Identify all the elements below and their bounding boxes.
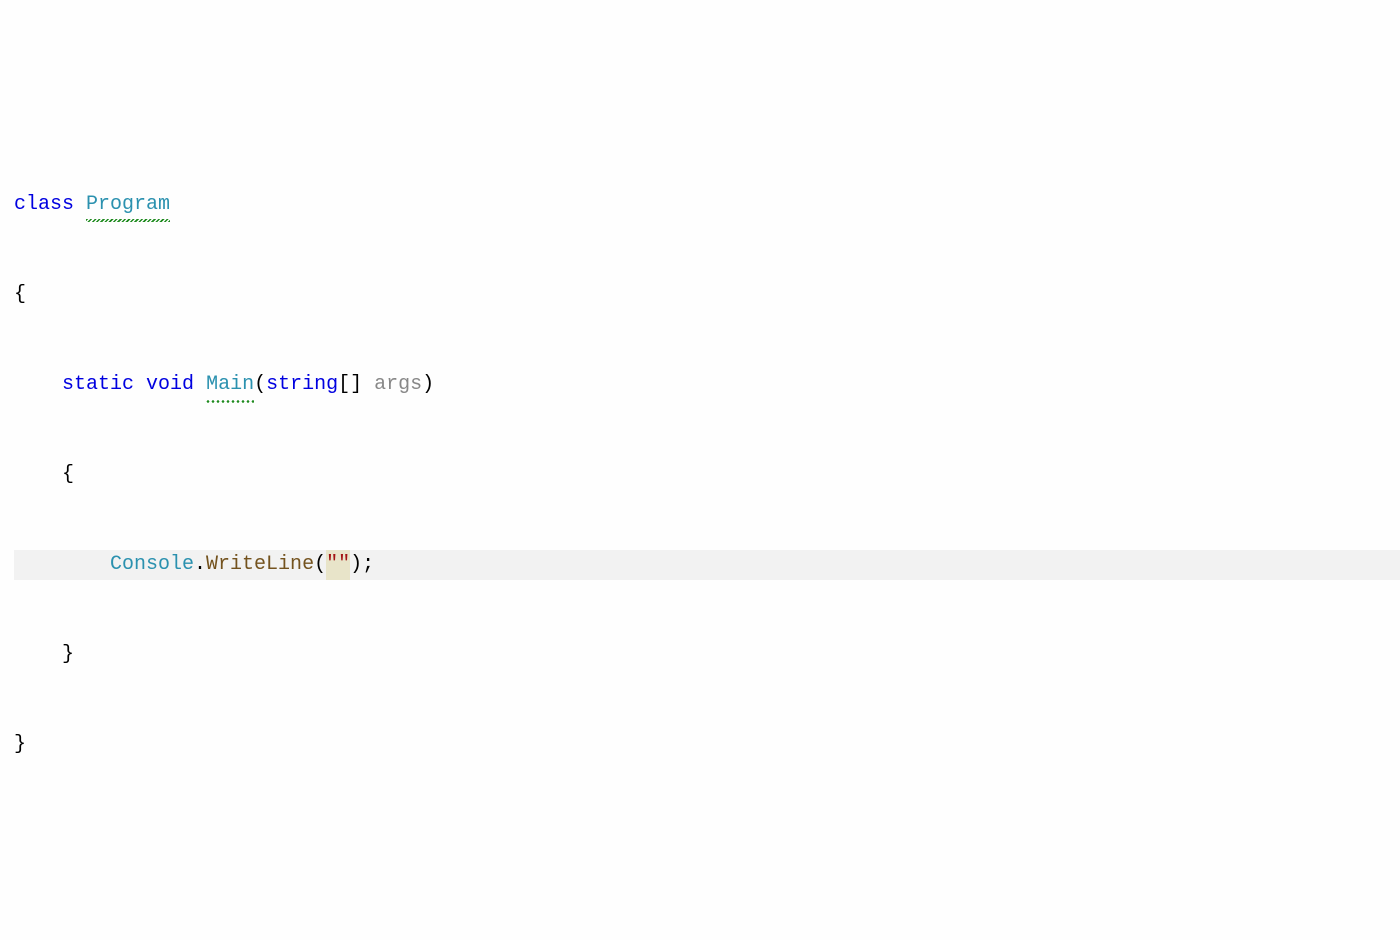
- paren-close-semicolon: );: [350, 553, 374, 576]
- brace-close: }: [62, 643, 74, 666]
- class-console: Console: [110, 553, 194, 576]
- brace-open: {: [14, 283, 26, 306]
- code-line[interactable]: }: [14, 730, 1400, 760]
- code-line-current[interactable]: Console.WriteLine("");: [14, 550, 1400, 580]
- space: [134, 373, 146, 396]
- code-line[interactable]: {: [14, 460, 1400, 490]
- string-quote-open: ": [326, 550, 338, 580]
- class-name-identifier: Program: [86, 190, 170, 220]
- paren-open: (: [314, 553, 326, 576]
- brace-close: }: [14, 733, 26, 756]
- indent: [14, 460, 62, 490]
- array-brackets: []: [338, 373, 362, 396]
- code-line[interactable]: {: [14, 280, 1400, 310]
- code-line[interactable]: static void Main(string[] args): [14, 370, 1400, 400]
- indent: [14, 550, 110, 580]
- keyword-class: class: [14, 193, 74, 216]
- code-editor[interactable]: class Program { static void Main(string[…: [14, 130, 1400, 790]
- space: [362, 373, 374, 396]
- paren-open: (: [254, 373, 266, 396]
- brace-open: {: [62, 463, 74, 486]
- indent: [14, 640, 62, 670]
- dot-operator: .: [194, 553, 206, 576]
- indent: [14, 370, 62, 400]
- param-type-string: string: [266, 373, 338, 396]
- paren-close: ): [422, 373, 434, 396]
- code-line[interactable]: }: [14, 640, 1400, 670]
- string-quote-close: ": [338, 550, 350, 580]
- method-name-main: Main: [206, 370, 254, 400]
- keyword-void: void: [146, 373, 194, 396]
- space: [194, 373, 206, 396]
- keyword-static: static: [62, 373, 134, 396]
- param-name-args: args: [374, 373, 422, 396]
- method-writeline: WriteLine: [206, 553, 314, 576]
- space: [74, 193, 86, 216]
- code-line[interactable]: class Program: [14, 190, 1400, 220]
